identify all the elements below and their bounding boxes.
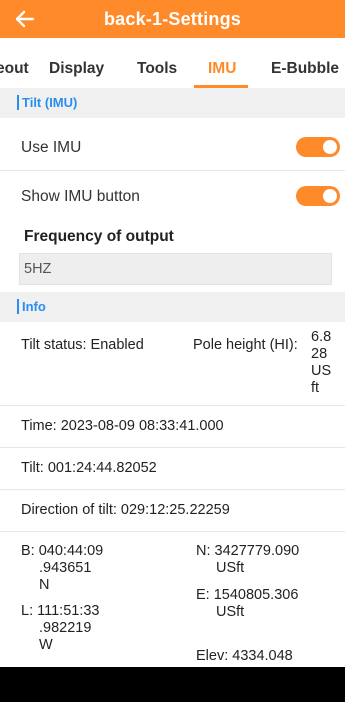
frequency-select[interactable]: 5HZ	[19, 253, 332, 285]
easting-line: E: 1540805.306	[196, 587, 299, 603]
pole-height-unit-line: ft	[311, 380, 320, 396]
pole-height-value-line: 28	[311, 346, 328, 362]
toggle-knob	[323, 140, 337, 154]
latitude-line: .943651	[39, 560, 92, 576]
northing-line: N: 3427779.090	[196, 543, 300, 559]
toggle-knob	[323, 189, 337, 203]
tab-imu[interactable]: IMU	[208, 60, 236, 78]
time-readout: Time: 2023-08-09 08:33:41.000	[21, 418, 224, 434]
divider	[0, 405, 345, 406]
info-section-header: Info	[0, 292, 345, 322]
direction-of-tilt-readout: Direction of tilt: 029:12:25.22259	[21, 502, 230, 518]
show-imu-button-toggle[interactable]	[296, 186, 340, 206]
system-navigation-bar	[0, 667, 345, 702]
divider	[0, 531, 345, 532]
tilt-readout: Tilt: 001:24:44.82052	[21, 460, 157, 476]
tab-display[interactable]: Display	[49, 60, 104, 78]
pole-height-value-line: 6.8	[311, 329, 332, 345]
section-marker	[17, 95, 19, 110]
easting-unit: USft	[216, 604, 245, 620]
longitude-hemisphere: W	[39, 637, 53, 653]
page-title: back-1-Settings	[103, 9, 242, 29]
divider	[0, 489, 345, 490]
show-imu-button-label: Show IMU button	[21, 188, 140, 205]
tilt-section-header: Tilt (IMU)	[0, 88, 345, 118]
section-marker	[17, 299, 19, 314]
latitude-hemisphere: N	[39, 577, 50, 593]
use-imu-toggle[interactable]	[296, 137, 340, 157]
frequency-label: Frequency of output	[24, 228, 174, 245]
divider	[0, 170, 345, 171]
latitude-line: B: 040:44:09	[21, 543, 104, 559]
tab-tools[interactable]: Tools	[137, 60, 177, 78]
info-section-title: Info	[22, 299, 46, 314]
northing-unit: USft	[216, 560, 245, 576]
tab-e-bubble[interactable]: E-Bubble	[271, 60, 339, 78]
frequency-value: 5HZ	[24, 261, 52, 277]
pole-height-value-line: US	[311, 363, 332, 379]
tilt-status: Tilt status: Enabled	[21, 337, 144, 353]
longitude-line: .982219	[39, 620, 92, 636]
app-bar: back-1-Settings	[0, 0, 345, 38]
divider	[0, 447, 345, 448]
longitude-line: L: 111:51:33	[21, 603, 100, 619]
tilt-section-title: Tilt (IMU)	[22, 95, 78, 110]
tab-stakeout[interactable]: eout	[0, 60, 29, 78]
tab-bar: eout Display Tools IMU E-Bubble	[0, 38, 345, 88]
elevation-line: Elev: 4334.048	[196, 648, 293, 664]
pole-height-label: Pole height (HI):	[193, 337, 298, 353]
use-imu-label: Use IMU	[21, 139, 82, 156]
